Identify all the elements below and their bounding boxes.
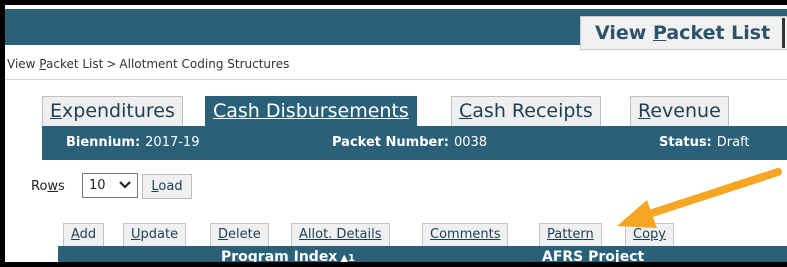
delete-label: elete bbox=[228, 227, 261, 242]
pattern-button[interactable]: Pattern bbox=[539, 223, 602, 246]
tab-cash-disbursements-label: Cash Disbursements bbox=[213, 100, 409, 122]
packet-number-label: Packet Number: bbox=[332, 135, 449, 150]
tab-cash-receipts[interactable]: Cash Receipts bbox=[451, 96, 601, 126]
breadcrumb-link-view-packet-list[interactable]: View Packet List bbox=[7, 57, 103, 71]
breadcrumb-separator: > bbox=[106, 57, 117, 71]
breadcrumb-link-suffix: acket List bbox=[46, 57, 104, 71]
tab-expenditures[interactable]: Expenditures bbox=[42, 96, 183, 126]
table-header: Program Index ▲1 AFRS Project bbox=[58, 246, 787, 265]
rows-label-suffix: s bbox=[58, 179, 65, 194]
pattern-label: Pattern bbox=[547, 227, 594, 242]
tab-revenue-accesskey: R bbox=[638, 100, 651, 122]
rows-per-page-select[interactable]: 10 bbox=[82, 173, 138, 198]
tab-cash-receipts-label: ash Receipts bbox=[472, 100, 593, 122]
rows-selected-value: 10 bbox=[89, 178, 106, 193]
app-frame: View Packet List View Packet List > Allotm… bbox=[0, 0, 787, 267]
biennium-info: Biennium: 2017-19 bbox=[66, 135, 199, 150]
column-header-program-index[interactable]: Program Index ▲1 bbox=[221, 249, 355, 265]
view-packet-list-accesskey: P bbox=[652, 22, 667, 44]
update-button[interactable]: Update bbox=[123, 223, 187, 246]
annotation-arrow-icon bbox=[617, 168, 782, 228]
header-separator bbox=[782, 18, 785, 48]
load-label: oad bbox=[158, 179, 183, 194]
biennium-value: 2017-19 bbox=[145, 135, 200, 150]
rows-label-prefix: Ro bbox=[31, 179, 48, 194]
delete-accesskey: D bbox=[218, 227, 229, 242]
packet-number-info: Packet Number: 0038 bbox=[332, 135, 487, 150]
program-index-label: Program Index bbox=[221, 249, 338, 265]
delete-button[interactable]: Delete bbox=[210, 223, 269, 246]
comments-label: Comments bbox=[430, 227, 501, 242]
allot-details-button[interactable]: Allot. Details bbox=[291, 223, 390, 246]
tab-expenditures-label: xpenditures bbox=[62, 100, 175, 122]
column-header-afrs-project[interactable]: AFRS Project bbox=[542, 249, 645, 265]
update-accesskey: U bbox=[131, 227, 141, 242]
view-packet-list-suffix: acket List bbox=[666, 22, 771, 44]
comments-button[interactable]: Comments bbox=[422, 223, 509, 246]
sort-ascending-icon: ▲1 bbox=[340, 253, 355, 264]
tab-cash-disbursements[interactable]: Cash Disbursements bbox=[205, 96, 417, 126]
rows-label-accesskey: w bbox=[47, 179, 59, 194]
load-button[interactable]: Load bbox=[142, 174, 192, 199]
chevron-down-svg bbox=[119, 181, 131, 189]
status-info: Status: Draft bbox=[659, 135, 750, 150]
tab-revenue[interactable]: Revenue bbox=[630, 96, 729, 126]
breadcrumb-divider bbox=[5, 79, 787, 80]
annotation-arrow-head bbox=[617, 200, 657, 228]
add-button[interactable]: Add bbox=[63, 223, 105, 246]
afrs-project-label: AFRS Project bbox=[542, 249, 645, 265]
annotation-arrow-shaft bbox=[639, 168, 782, 220]
add-accesskey: A bbox=[71, 227, 80, 242]
breadcrumb-link-accesskey: P bbox=[39, 57, 46, 71]
packet-info-bar: Biennium: 2017-19 Packet Number: 0038 Stat… bbox=[42, 126, 787, 160]
breadcrumb-link-prefix: View bbox=[7, 57, 40, 71]
tab-revenue-label: evenue bbox=[650, 100, 721, 122]
chevron-down-icon bbox=[118, 176, 132, 199]
tab-cash-receipts-accesskey: C bbox=[459, 100, 473, 122]
allot-details-label: Allot. Details bbox=[299, 227, 382, 242]
status-value: Draft bbox=[716, 135, 750, 150]
packet-number-value: 0038 bbox=[453, 135, 488, 150]
view-packet-list-prefix: View bbox=[595, 22, 653, 44]
add-label: dd bbox=[79, 227, 97, 242]
status-label: Status: bbox=[659, 135, 712, 150]
update-label: pdate bbox=[140, 227, 179, 242]
biennium-label: Biennium: bbox=[66, 135, 141, 150]
breadcrumb: View Packet List > Allotment Coding Struct… bbox=[7, 57, 289, 75]
breadcrumb-current: Allotment Coding Structures bbox=[119, 57, 290, 71]
tab-expenditures-accesskey: E bbox=[50, 100, 63, 122]
view-packet-list-button[interactable]: View Packet List bbox=[580, 16, 787, 50]
rows-label: Rows bbox=[31, 179, 65, 194]
